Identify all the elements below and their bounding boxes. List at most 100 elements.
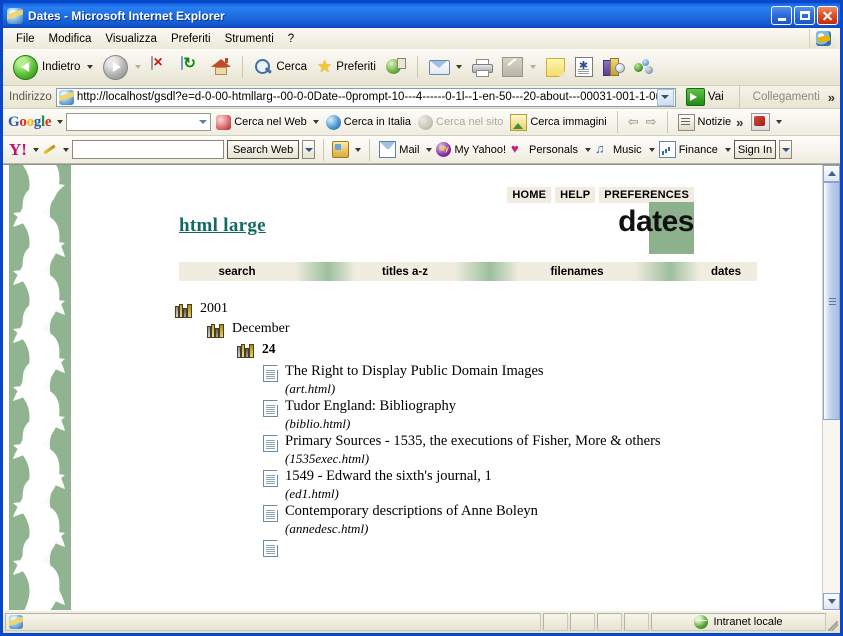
google-overflow-icon[interactable]: » <box>736 115 748 130</box>
google-menu-icon[interactable] <box>57 120 64 124</box>
document-icon <box>263 365 278 382</box>
tab-search[interactable]: search <box>179 262 295 281</box>
search-button[interactable]: Cerca <box>250 56 311 78</box>
resize-grip[interactable] <box>826 611 840 633</box>
google-logo[interactable]: Google <box>8 114 52 131</box>
print-button[interactable] <box>468 57 496 78</box>
scroll-down-button[interactable] <box>823 593 840 610</box>
anti-spy-icon[interactable] <box>332 141 350 158</box>
google-web-dropdown-icon[interactable] <box>312 120 319 124</box>
tree-node-year[interactable]: 2001 <box>175 301 822 318</box>
stop-button[interactable] <box>147 55 175 79</box>
music-dropdown-icon[interactable] <box>648 147 655 152</box>
security-zone[interactable]: Intranet locale <box>651 613 826 631</box>
google-back-icon[interactable]: ⇦ <box>626 114 641 130</box>
google-search-web-button[interactable]: Cerca nel Web <box>214 114 321 130</box>
go-button[interactable]: Vai <box>680 88 730 106</box>
address-input[interactable]: http://localhost/gsdl?e=d-0-00-htmllarg-… <box>55 87 676 107</box>
printer-icon <box>471 58 493 77</box>
close-button[interactable] <box>817 6 838 25</box>
home-button[interactable] <box>207 56 235 78</box>
menu-item-file[interactable]: File <box>9 31 42 47</box>
links-label[interactable]: Collegamenti <box>749 91 824 103</box>
my-yahoo-button[interactable]: My My Yahoo! <box>435 142 507 157</box>
yahoo-search-dropdown-icon[interactable] <box>302 140 316 159</box>
tree-node-month[interactable]: December <box>207 321 822 338</box>
scrollbar-track[interactable] <box>823 420 840 593</box>
note-icon <box>545 57 565 77</box>
list-item-clipped[interactable] <box>263 538 822 557</box>
search-button-label: Cerca <box>276 61 308 73</box>
history-button[interactable] <box>382 56 410 78</box>
personals-dropdown-icon[interactable] <box>584 147 591 152</box>
menu-item-modifica[interactable]: Modifica <box>42 31 99 47</box>
menu-item-preferiti[interactable]: Preferiti <box>164 31 218 47</box>
google-search-input[interactable] <box>66 113 212 131</box>
minimize-button[interactable] <box>771 6 792 25</box>
menu-item-visualizza[interactable]: Visualizza <box>98 31 164 47</box>
yahoo-music-button[interactable]: ♫ Music <box>594 142 643 157</box>
yahoo-search-input[interactable] <box>71 140 224 159</box>
discuss-button[interactable] <box>542 56 569 79</box>
vertical-scrollbar[interactable] <box>822 165 840 610</box>
list-item[interactable]: The Right to Display Public Domain Image… <box>263 363 822 397</box>
scroll-up-button[interactable] <box>823 165 840 182</box>
favorites-button[interactable]: ★ Preferiti <box>313 57 380 77</box>
google-history-icon[interactable] <box>199 120 208 124</box>
classifier-tabs: search titles a-z filenames dates <box>179 262 758 281</box>
tab-filenames[interactable]: filenames <box>519 262 635 281</box>
scrollbar-thumb[interactable] <box>823 182 840 420</box>
yahoo-personals-button[interactable]: ♥ Personals <box>510 142 579 157</box>
tab-dates[interactable]: dates <box>699 262 758 281</box>
maximize-button[interactable] <box>794 6 815 25</box>
mail-dropdown-icon[interactable] <box>455 65 462 69</box>
back-button[interactable]: Indietro <box>9 53 97 82</box>
yahoo-signin-button[interactable]: Sign In <box>733 140 777 159</box>
mail-button[interactable] <box>425 57 466 77</box>
pdf-dropdown-icon[interactable] <box>776 120 783 124</box>
back-dropdown-icon[interactable] <box>87 65 94 69</box>
tab-gap-3 <box>635 262 699 281</box>
tab-titles-az[interactable]: titles a-z <box>355 262 455 281</box>
yahoo-mail-button[interactable]: Mail <box>378 141 420 158</box>
day-label: 24 <box>262 341 276 356</box>
refresh-button[interactable] <box>177 55 205 79</box>
messenger-compose-button[interactable]: ✱ <box>571 55 597 79</box>
window-controls <box>771 6 838 25</box>
personals-icon: ♥ <box>511 141 519 156</box>
yahoo-logo[interactable]: Y! <box>9 141 27 158</box>
address-dropdown-icon[interactable] <box>656 88 674 106</box>
menu-item-strumenti[interactable]: Strumenti <box>218 31 281 47</box>
home-link[interactable]: HOME <box>507 187 552 203</box>
pdf-icon[interactable] <box>751 113 771 131</box>
yahoo-signin-dropdown-icon[interactable] <box>779 140 793 159</box>
google-search-italy-button[interactable]: Cerca in Italia <box>324 114 413 130</box>
list-item[interactable]: Tudor England: Bibliography (biblio.html… <box>263 398 822 432</box>
yahoo-highlight-icon[interactable] <box>42 142 57 157</box>
status-cell-3 <box>597 613 622 631</box>
address-overflow-icon[interactable]: » <box>828 90 840 105</box>
browser-toolbar: Indietro Cerca ★ Preferiti <box>3 49 840 86</box>
list-item[interactable]: 1549 - Edward the sixth's journal, 1 (ed… <box>263 468 822 502</box>
messenger-button[interactable] <box>629 56 657 78</box>
google-search-images-button[interactable]: Cerca immagini <box>508 113 608 131</box>
yahoo-highlight-dropdown-icon[interactable] <box>62 147 69 152</box>
menu-item-help[interactable]: ? <box>281 31 301 47</box>
finance-dropdown-icon[interactable] <box>724 147 731 152</box>
list-item[interactable]: Primary Sources - 1535, the executions o… <box>263 433 822 467</box>
anti-spy-dropdown-icon[interactable] <box>355 147 362 152</box>
collection-link[interactable]: html large <box>179 215 266 237</box>
yahoo-search-button[interactable]: Search Web <box>226 140 300 159</box>
tree-node-day[interactable]: 24 <box>237 341 822 358</box>
document-icon <box>263 435 278 452</box>
list-item[interactable]: Contemporary descriptions of Anne Boleyn… <box>263 503 822 537</box>
forward-button[interactable] <box>99 53 145 82</box>
help-link[interactable]: HELP <box>555 187 596 203</box>
google-forward-icon[interactable]: ⇨ <box>644 114 659 130</box>
yahoo-finance-button[interactable]: Finance <box>658 141 719 158</box>
google-news-button[interactable]: Notizie <box>676 113 734 131</box>
media-button[interactable] <box>599 56 627 78</box>
preferences-link[interactable]: PREFERENCES <box>599 187 694 203</box>
yahoo-menu-icon[interactable] <box>32 147 39 152</box>
yahoo-mail-dropdown-icon[interactable] <box>426 147 433 152</box>
